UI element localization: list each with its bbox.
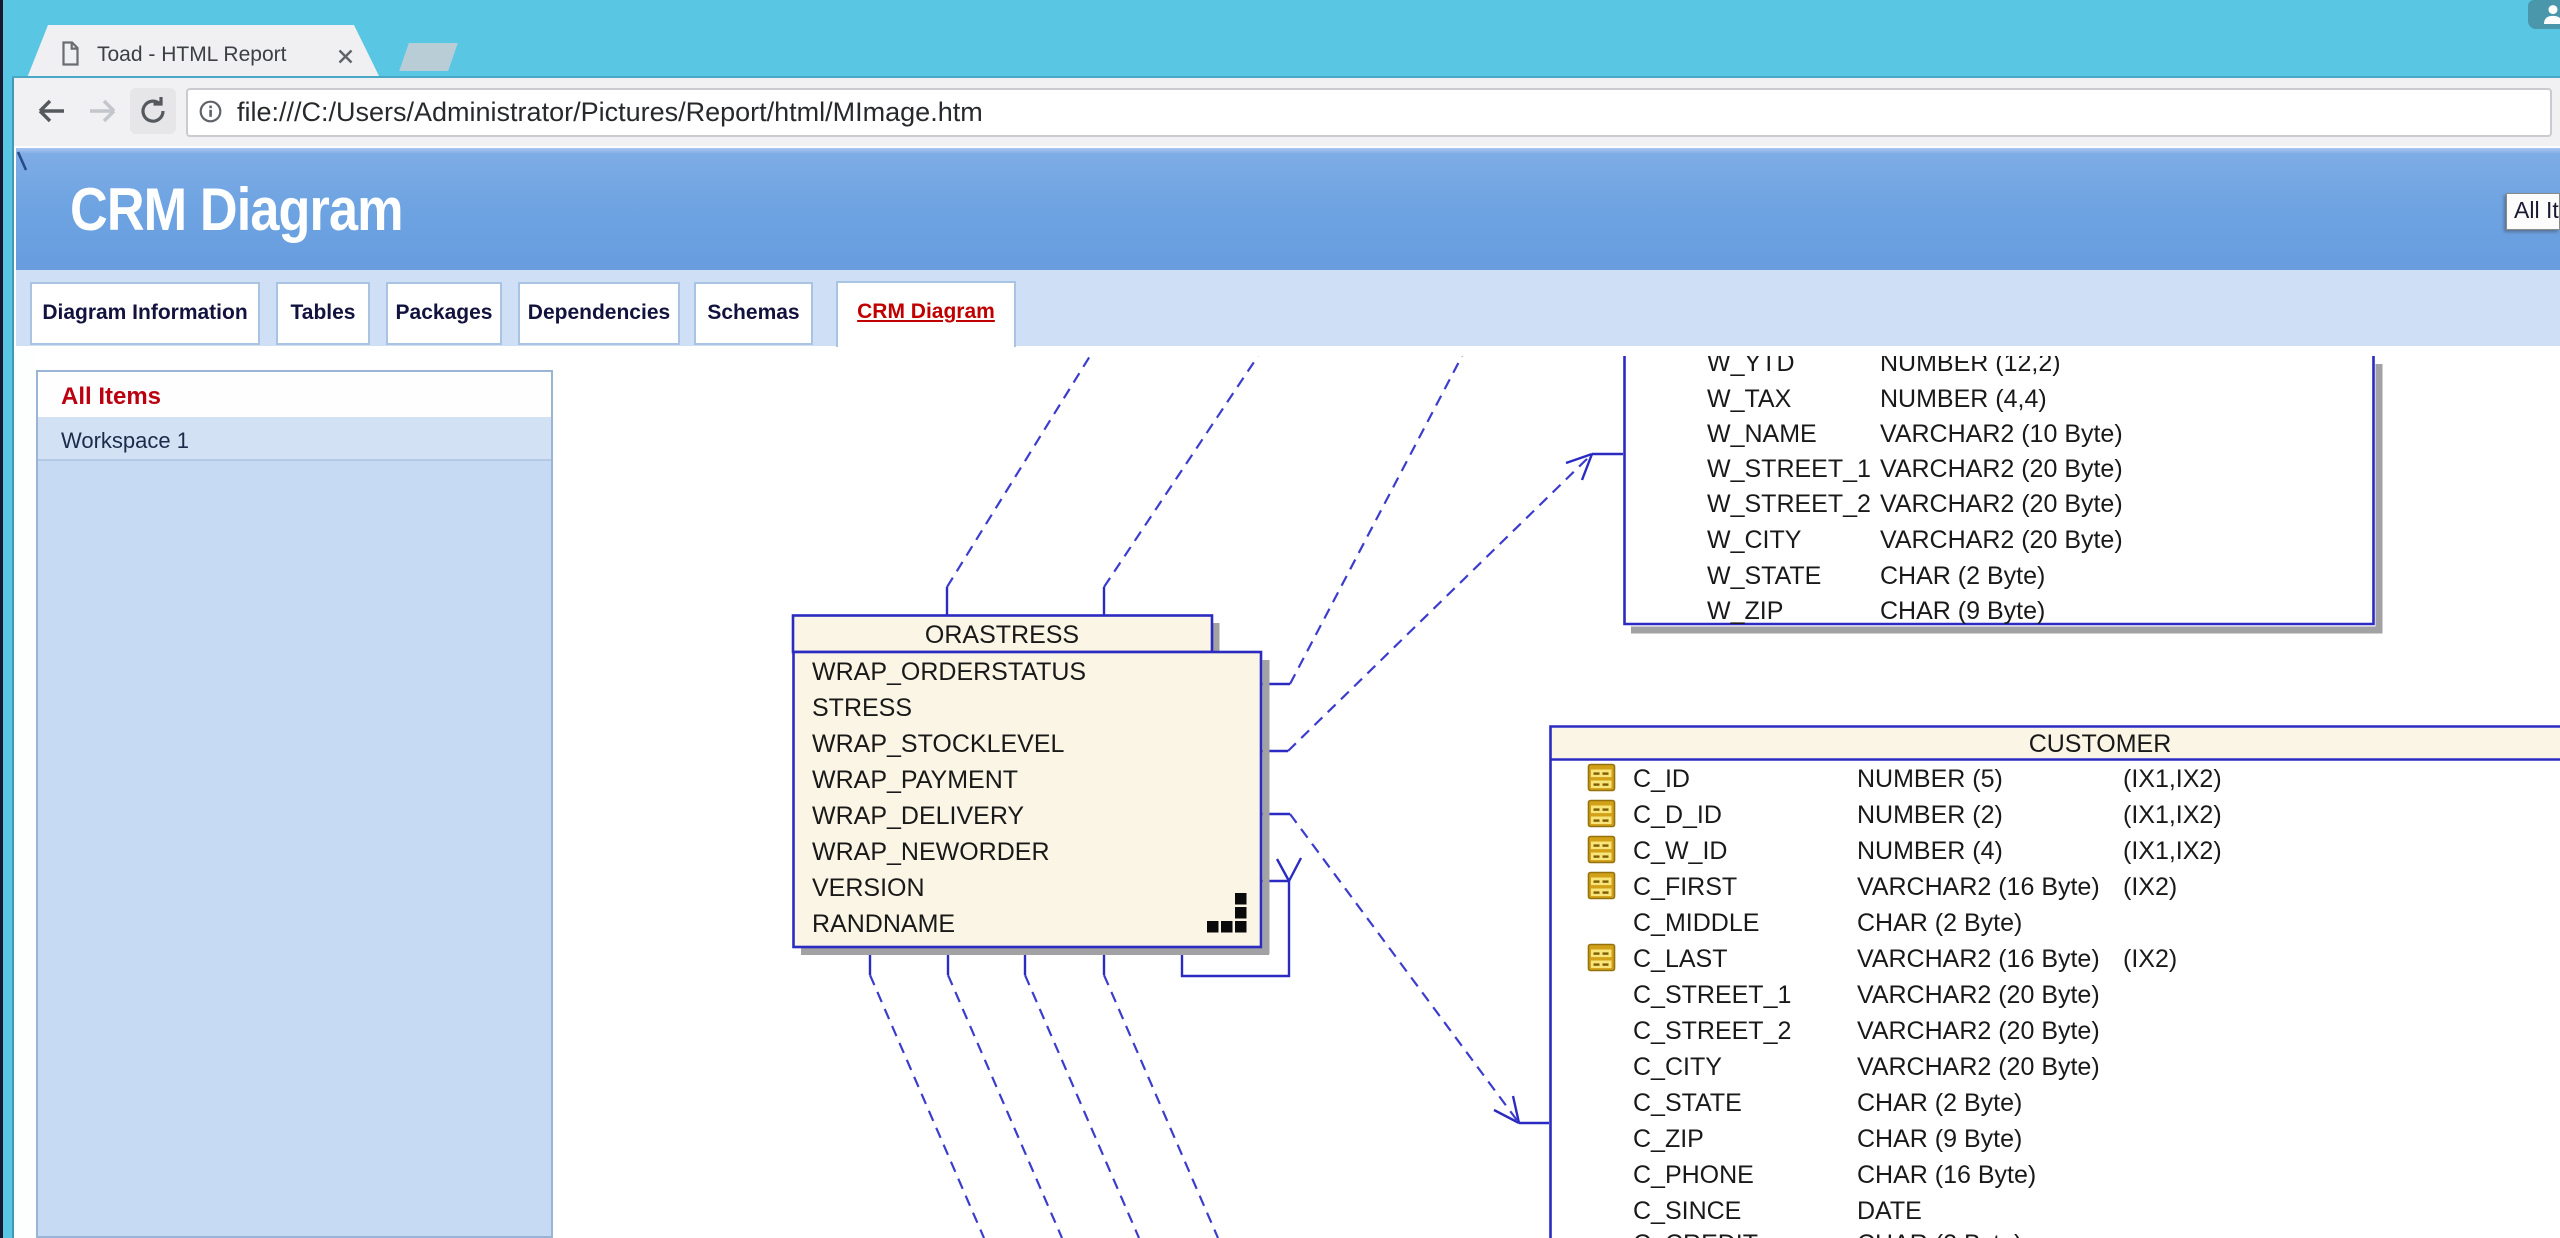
svg-text:NUMBER (5): NUMBER (5)	[1857, 765, 2003, 793]
svg-text:CHAR (2 Byte): CHAR (2 Byte)	[1857, 1089, 2022, 1117]
svg-text:C_ZIP: C_ZIP	[1633, 1125, 1704, 1153]
svg-text:W_CITY: W_CITY	[1707, 526, 1802, 554]
svg-text:RANDNAME: RANDNAME	[812, 910, 955, 938]
svg-text:C_STREET_1: C_STREET_1	[1633, 981, 1791, 1009]
svg-text:WRAP_PAYMENT: WRAP_PAYMENT	[812, 766, 1018, 794]
svg-text:VERSION: VERSION	[812, 874, 925, 902]
svg-text:DATE: DATE	[1857, 1197, 1922, 1225]
svg-text:VARCHAR2 (20 Byte): VARCHAR2 (20 Byte)	[1880, 526, 2123, 554]
svg-text:CHAR (9 Byte): CHAR (9 Byte)	[1880, 597, 2045, 625]
svg-text:W_STATE: W_STATE	[1707, 562, 1821, 590]
svg-text:CHAR (2 Byte): CHAR (2 Byte)	[1857, 1230, 2022, 1238]
svg-text:(IX2): (IX2)	[2123, 873, 2177, 901]
svg-text:W_TAX: W_TAX	[1707, 385, 1792, 413]
svg-text:C_ID: C_ID	[1633, 765, 1690, 793]
svg-text:CUSTOMER: CUSTOMER	[2029, 730, 2172, 758]
svg-text:W_STREET_2: W_STREET_2	[1707, 490, 1871, 518]
svg-text:ORASTRESS: ORASTRESS	[925, 621, 1079, 649]
svg-text:WRAP_DELIVERY: WRAP_DELIVERY	[812, 802, 1024, 830]
svg-text:C_SINCE: C_SINCE	[1633, 1197, 1741, 1225]
svg-text:VARCHAR2 (20 Byte): VARCHAR2 (20 Byte)	[1880, 490, 2123, 518]
svg-text:VARCHAR2 (16 Byte): VARCHAR2 (16 Byte)	[1857, 945, 2100, 973]
svg-text:(IX1,IX2): (IX1,IX2)	[2123, 801, 2222, 829]
svg-text:NUMBER (4): NUMBER (4)	[1857, 837, 2003, 865]
svg-text:NUMBER (12,2): NUMBER (12,2)	[1880, 350, 2061, 377]
svg-text:VARCHAR2 (20 Byte): VARCHAR2 (20 Byte)	[1857, 981, 2100, 1009]
svg-text:C_STREET_2: C_STREET_2	[1633, 1017, 1791, 1045]
svg-text:CHAR (2 Byte): CHAR (2 Byte)	[1857, 909, 2022, 937]
svg-text:CHAR (9 Byte): CHAR (9 Byte)	[1857, 1125, 2022, 1153]
svg-text:C_MIDDLE: C_MIDDLE	[1633, 909, 1759, 937]
svg-text:W_STREET_1: W_STREET_1	[1707, 455, 1871, 483]
svg-text:C_D_ID: C_D_ID	[1633, 801, 1722, 829]
svg-text:C_CREDIT: C_CREDIT	[1633, 1230, 1758, 1238]
svg-text:VARCHAR2 (20 Byte): VARCHAR2 (20 Byte)	[1857, 1053, 2100, 1081]
svg-text:NUMBER (4,4): NUMBER (4,4)	[1880, 385, 2047, 413]
svg-text:(IX1,IX2): (IX1,IX2)	[2123, 765, 2222, 793]
svg-text:WRAP_NEWORDER: WRAP_NEWORDER	[812, 838, 1050, 866]
svg-text:(IX1,IX2): (IX1,IX2)	[2123, 837, 2222, 865]
svg-text:VARCHAR2 (16 Byte): VARCHAR2 (16 Byte)	[1857, 873, 2100, 901]
svg-text:VARCHAR2 (20 Byte): VARCHAR2 (20 Byte)	[1880, 455, 2123, 483]
svg-text:VARCHAR2 (20 Byte): VARCHAR2 (20 Byte)	[1857, 1017, 2100, 1045]
svg-text:VARCHAR2 (10 Byte): VARCHAR2 (10 Byte)	[1880, 420, 2123, 448]
svg-text:W_YTD: W_YTD	[1707, 350, 1795, 377]
svg-text:C_PHONE: C_PHONE	[1633, 1161, 1754, 1189]
svg-text:WRAP_STOCKLEVEL: WRAP_STOCKLEVEL	[812, 730, 1065, 758]
svg-text:CHAR (2 Byte): CHAR (2 Byte)	[1880, 562, 2045, 590]
svg-text:C_STATE: C_STATE	[1633, 1089, 1742, 1117]
svg-text:(IX2): (IX2)	[2123, 945, 2177, 973]
svg-text:C_W_ID: C_W_ID	[1633, 837, 1727, 865]
svg-text:CHAR (16 Byte): CHAR (16 Byte)	[1857, 1161, 2036, 1189]
svg-text:C_FIRST: C_FIRST	[1633, 873, 1737, 901]
svg-text:NUMBER (2): NUMBER (2)	[1857, 801, 2003, 829]
svg-text:W_NAME: W_NAME	[1707, 420, 1817, 448]
svg-text:STRESS: STRESS	[812, 694, 912, 722]
svg-text:C_LAST: C_LAST	[1633, 945, 1727, 973]
svg-text:W_ZIP: W_ZIP	[1707, 597, 1783, 625]
svg-text:WRAP_ORDERSTATUS: WRAP_ORDERSTATUS	[812, 658, 1086, 686]
svg-text:C_CITY: C_CITY	[1633, 1053, 1722, 1081]
